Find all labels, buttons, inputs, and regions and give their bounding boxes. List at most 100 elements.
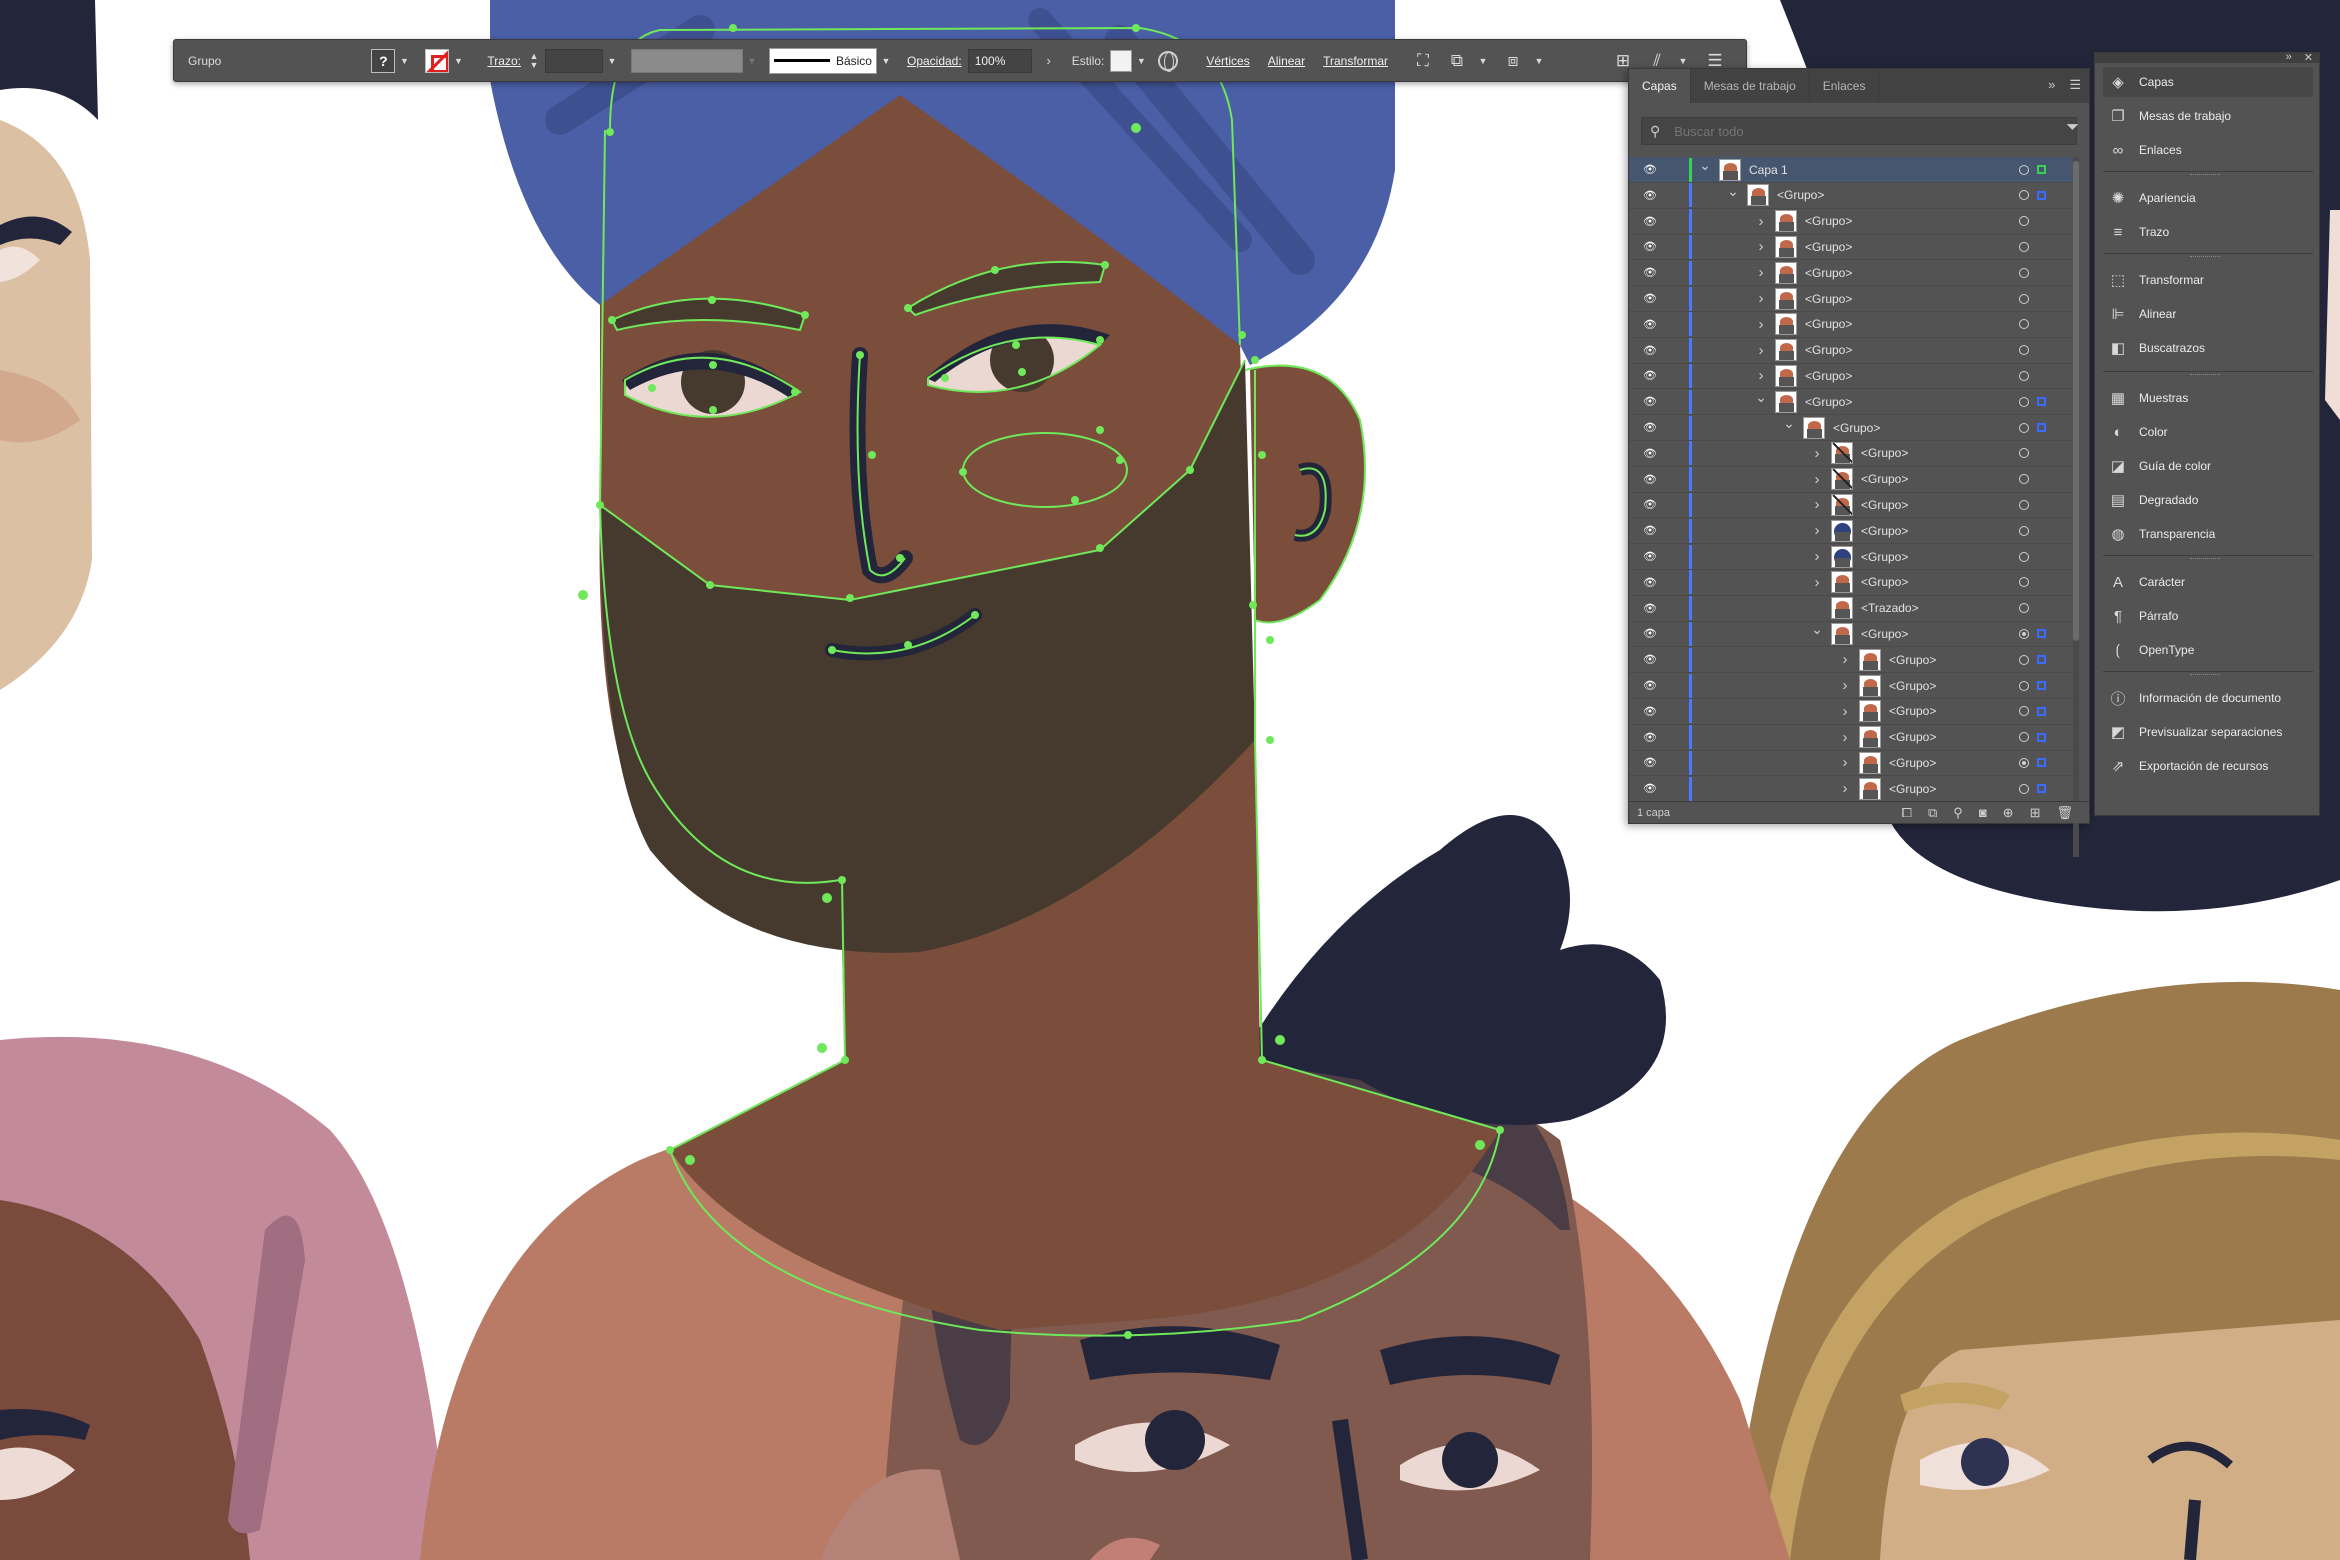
target-circle-icon[interactable] bbox=[2019, 577, 2029, 588]
visibility-eye-icon[interactable]: 👁 bbox=[1643, 679, 1659, 692]
selection-indicator[interactable] bbox=[2037, 784, 2046, 794]
layer-name[interactable]: <Grupo> bbox=[1889, 679, 1936, 693]
expand-chevron-icon[interactable]: › bbox=[1755, 213, 1767, 230]
layer-name[interactable]: <Grupo> bbox=[1805, 214, 1852, 228]
visibility-eye-icon[interactable]: 👁 bbox=[1643, 421, 1659, 434]
dock-item-transparency[interactable]: ◍ Transparencia bbox=[2103, 519, 2313, 549]
layer-name[interactable]: <Grupo> bbox=[1805, 369, 1852, 383]
layer-name[interactable]: <Grupo> bbox=[1805, 395, 1852, 409]
target-circle-icon[interactable] bbox=[2019, 499, 2029, 510]
layer-name[interactable]: <Trazado> bbox=[1861, 601, 1919, 615]
dock-item-swatches[interactable]: ▦ Muestras bbox=[2103, 383, 2313, 413]
align-button[interactable]: Alinear bbox=[1268, 54, 1305, 68]
layer-row[interactable]: 👁 › <Grupo> bbox=[1629, 260, 2079, 287]
expand-chevron-icon[interactable]: › bbox=[1839, 651, 1851, 668]
layer-row[interactable]: 👁 › <Grupo> bbox=[1629, 544, 2079, 570]
target-circle-icon[interactable] bbox=[2019, 628, 2029, 639]
layer-name[interactable]: <Grupo> bbox=[1889, 782, 1936, 796]
collect-export-icon[interactable]: ⧠ bbox=[1902, 805, 1912, 821]
layer-name[interactable]: <Grupo> bbox=[1889, 653, 1936, 667]
dock-item-artboards[interactable]: ❐ Mesas de trabajo bbox=[2103, 101, 2313, 131]
selection-indicator[interactable] bbox=[2037, 681, 2046, 690]
selection-indicator[interactable] bbox=[2037, 629, 2046, 639]
layer-name[interactable]: <Grupo> bbox=[1889, 704, 1936, 718]
dock-close-icon[interactable]: ✕ bbox=[2304, 51, 2313, 64]
layer-row[interactable]: 👁 › <Grupo> bbox=[1629, 776, 2079, 803]
expand-chevron-icon[interactable]: › bbox=[1839, 729, 1851, 746]
dock-item-separations[interactable]: ◩ Previsualizar separaciones bbox=[2103, 717, 2313, 747]
visibility-eye-icon[interactable]: 👁 bbox=[1643, 782, 1659, 795]
clipping-mask-icon[interactable]: ◙ bbox=[1979, 805, 1987, 821]
layer-name[interactable]: Capa 1 bbox=[1749, 163, 1788, 177]
target-circle-icon[interactable] bbox=[2019, 345, 2029, 356]
dock-item-layers[interactable]: ◈ Capas bbox=[2103, 67, 2313, 97]
layer-name[interactable]: <Grupo> bbox=[1805, 266, 1852, 280]
layer-name[interactable]: <Grupo> bbox=[1861, 627, 1908, 641]
style-chevron-icon[interactable]: ▼ bbox=[1134, 56, 1148, 66]
recolor-artwork-icon[interactable] bbox=[1158, 50, 1179, 72]
envelope-distort-icon[interactable]: ⧈ bbox=[1502, 50, 1524, 72]
opacity-input[interactable]: 100% bbox=[967, 48, 1032, 73]
visibility-eye-icon[interactable]: 👁 bbox=[1643, 163, 1659, 176]
dock-grip[interactable] bbox=[2190, 174, 2220, 176]
delete-layer-icon[interactable]: 🗑 bbox=[2056, 805, 2073, 821]
stroke-swatch[interactable] bbox=[425, 48, 450, 73]
fill-swatch[interactable]: ? bbox=[371, 48, 396, 73]
graphic-style-swatch[interactable] bbox=[1110, 49, 1133, 72]
dock-item-character[interactable]: A Carácter bbox=[2103, 567, 2313, 597]
target-circle-icon[interactable] bbox=[2019, 422, 2029, 433]
transform-each-icon[interactable]: ⧉ bbox=[1446, 50, 1468, 72]
expand-chevron-icon[interactable]: › bbox=[1811, 548, 1823, 565]
layer-name[interactable]: <Grupo> bbox=[1833, 421, 1880, 435]
selection-indicator[interactable] bbox=[2037, 423, 2046, 432]
dock-item-paragraph[interactable]: ¶ Párrafo bbox=[2103, 601, 2313, 631]
isolate-group-icon[interactable]: ⛶ bbox=[1412, 50, 1434, 72]
selection-indicator[interactable] bbox=[2037, 655, 2046, 665]
layer-name[interactable]: <Grupo> bbox=[1805, 343, 1852, 357]
selection-indicator[interactable] bbox=[2037, 732, 2046, 742]
fill-dropdown-chevron-icon[interactable]: ▼ bbox=[397, 56, 411, 66]
expand-chevron-icon[interactable]: › bbox=[1755, 316, 1767, 333]
collapse-chevron-icon[interactable]: ⌄ bbox=[1699, 157, 1711, 174]
visibility-eye-icon[interactable]: 👁 bbox=[1643, 756, 1659, 769]
dock-item-appearance[interactable]: ✺ Apariencia bbox=[2103, 183, 2313, 213]
layer-row[interactable]: 👁 › <Grupo> bbox=[1629, 209, 2079, 235]
layer-row[interactable]: 👁 › <Grupo> bbox=[1629, 750, 2079, 777]
layer-row[interactable]: 👁 › <Grupo> bbox=[1629, 286, 2079, 312]
layer-name[interactable]: <Grupo> bbox=[1805, 292, 1852, 306]
layer-name[interactable]: <Grupo> bbox=[1861, 446, 1908, 460]
target-circle-icon[interactable] bbox=[2019, 525, 2029, 536]
selection-indicator[interactable] bbox=[2037, 190, 2046, 200]
layer-name[interactable]: <Grupo> bbox=[1805, 240, 1852, 254]
layer-row[interactable]: 👁 ⌄ Capa 1 bbox=[1629, 157, 2079, 183]
new-layer-icon[interactable]: ⊞ bbox=[2030, 805, 2041, 821]
variable-width-profile[interactable] bbox=[630, 48, 743, 73]
visibility-eye-icon[interactable]: 👁 bbox=[1643, 473, 1659, 486]
layer-row[interactable]: 👁 › <Grupo> bbox=[1629, 338, 2079, 364]
selection-indicator[interactable] bbox=[2037, 397, 2046, 407]
layer-row[interactable]: 👁 › <Grupo> bbox=[1629, 725, 2079, 751]
dock-expand-icon[interactable]: » bbox=[2286, 51, 2292, 64]
layer-name[interactable]: <Grupo> bbox=[1861, 498, 1908, 512]
target-circle-icon[interactable] bbox=[2019, 267, 2029, 278]
vertices-button[interactable]: Vértices bbox=[1206, 54, 1249, 68]
brush-chevron-icon[interactable]: ▼ bbox=[879, 56, 893, 66]
dock-item-links[interactable]: ∞ Enlaces bbox=[2103, 135, 2313, 165]
expand-chevron-icon[interactable]: › bbox=[1755, 238, 1767, 255]
layer-name[interactable]: <Grupo> bbox=[1889, 756, 1936, 770]
filter-icon[interactable]: ⏷ bbox=[2066, 119, 2079, 137]
visibility-eye-icon[interactable]: 👁 bbox=[1643, 731, 1659, 744]
transform-each-chevron-icon[interactable]: ▼ bbox=[1476, 56, 1490, 66]
stroke-weight-chevron-icon[interactable]: ▼ bbox=[605, 56, 619, 66]
target-circle-icon[interactable] bbox=[2019, 680, 2029, 691]
layer-row[interactable]: 👁 ⌄ <Grupo> bbox=[1629, 389, 2079, 416]
target-circle-icon[interactable] bbox=[2019, 370, 2029, 381]
dock-grip[interactable] bbox=[2190, 256, 2220, 258]
layer-row[interactable]: 👁 ⌄ <Grupo> bbox=[1629, 621, 2079, 648]
dock-item-export[interactable]: ⇗ Exportación de recursos bbox=[2103, 751, 2313, 781]
dock-grip[interactable] bbox=[2190, 374, 2220, 376]
layer-name[interactable]: <Grupo> bbox=[1805, 317, 1852, 331]
target-circle-icon[interactable] bbox=[2019, 319, 2029, 330]
collapse-chevron-icon[interactable]: ⌄ bbox=[1755, 389, 1767, 406]
visibility-eye-icon[interactable]: 👁 bbox=[1643, 344, 1659, 357]
